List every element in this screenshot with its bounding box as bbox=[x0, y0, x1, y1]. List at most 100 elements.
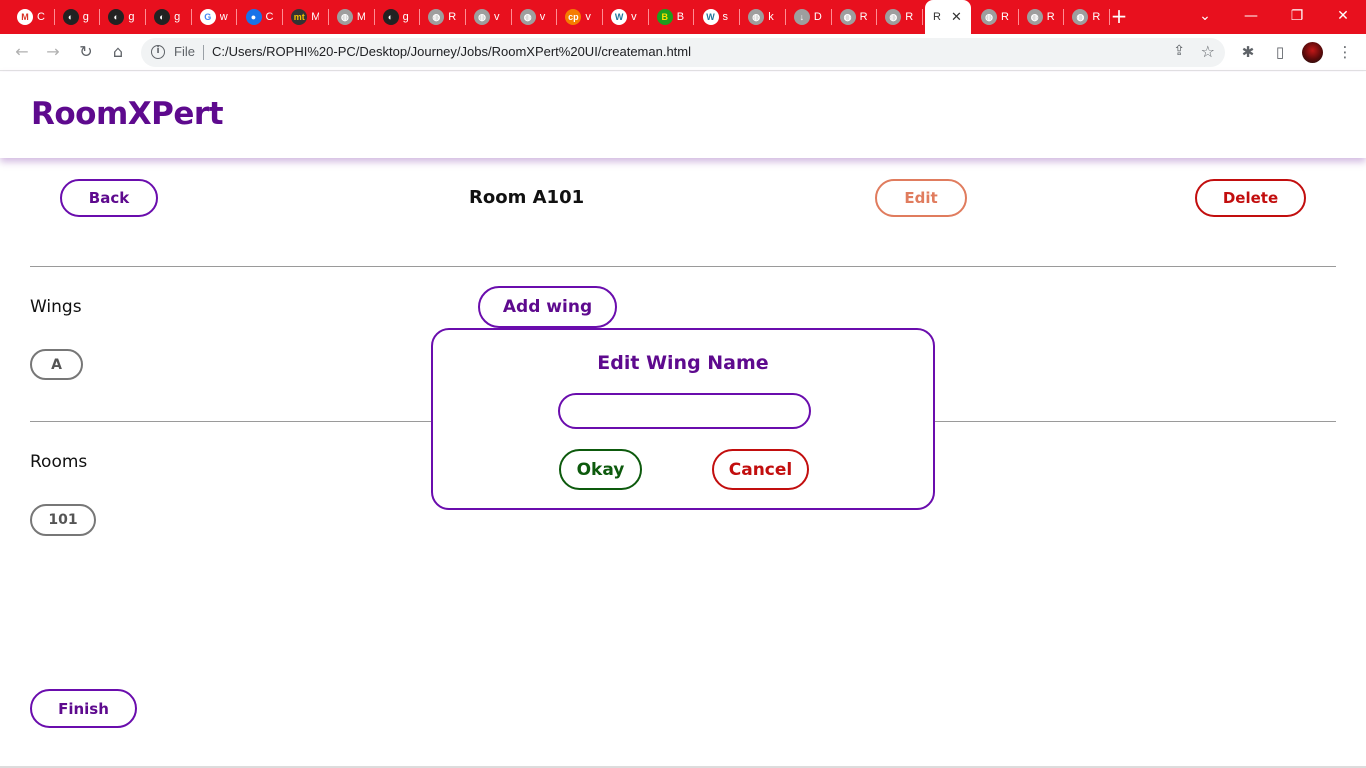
address-bar[interactable]: i File C:/Users/ROPHI%20-PC/Desktop/Jour… bbox=[141, 38, 1225, 67]
tab-title: M bbox=[356, 11, 365, 23]
browser-tab[interactable]: Wv bbox=[603, 5, 649, 29]
tab-title: s bbox=[722, 11, 729, 23]
cancel-button[interactable]: Cancel bbox=[712, 449, 809, 490]
tab-title: B bbox=[676, 11, 685, 23]
cp-icon: cp bbox=[565, 9, 582, 25]
browser-tab[interactable]: BB bbox=[649, 5, 695, 29]
address-divider bbox=[203, 45, 204, 60]
tab-title: R bbox=[1046, 11, 1055, 23]
tab-search-icon[interactable]: ⌄ bbox=[1190, 6, 1220, 26]
globe-icon: ◍ bbox=[748, 9, 765, 25]
tab-title: M bbox=[311, 11, 320, 23]
tab-close-icon[interactable]: ✕ bbox=[951, 10, 962, 25]
browser-tab[interactable]: Ws bbox=[695, 5, 741, 29]
wing-name-input[interactable] bbox=[558, 393, 811, 429]
home-icon[interactable]: ⌂ bbox=[108, 42, 128, 62]
back-button[interactable]: Back bbox=[60, 179, 158, 217]
wordpress-icon: W bbox=[702, 9, 719, 25]
browser-tab[interactable]: ● C bbox=[238, 5, 284, 29]
browser-tab[interactable]: ◍ M bbox=[329, 5, 375, 29]
tab-title: C bbox=[37, 11, 45, 23]
url-text[interactable]: C:/Users/ROPHI%20-PC/Desktop/Journey/Job… bbox=[212, 44, 691, 59]
dialog-title: Edit Wing Name bbox=[597, 352, 769, 374]
site-info-icon[interactable]: i bbox=[151, 45, 165, 59]
tab-title: R bbox=[448, 11, 457, 23]
app-header: RoomXPert bbox=[0, 72, 1366, 158]
share-icon[interactable]: ⇪ bbox=[1173, 43, 1185, 59]
browser-tab[interactable]: ◐ g bbox=[100, 5, 147, 29]
globe-icon: ◍ bbox=[839, 9, 856, 25]
delete-button[interactable]: Delete bbox=[1195, 179, 1306, 217]
side-panel-icon[interactable]: ▯ bbox=[1270, 42, 1290, 62]
reload-icon[interactable]: ↻ bbox=[76, 42, 96, 62]
tab-title: g bbox=[82, 11, 89, 23]
brand-logo[interactable]: RoomXPert bbox=[31, 96, 224, 132]
globe-icon: ◍ bbox=[981, 9, 997, 25]
browser-menu-icon[interactable]: ⋮ bbox=[1335, 42, 1355, 62]
tab-title: g bbox=[128, 11, 135, 23]
back-arrow-icon[interactable]: ← bbox=[12, 42, 32, 62]
browser-tab[interactable]: ◐ g bbox=[375, 5, 421, 29]
wings-heading: Wings bbox=[30, 297, 82, 317]
tab-title: v bbox=[539, 11, 546, 23]
tab-title: R bbox=[1001, 11, 1009, 23]
tab-title: g bbox=[402, 11, 409, 23]
browser-tab[interactable]: ◍ k bbox=[740, 5, 786, 29]
browser-tab[interactable]: cp v bbox=[557, 5, 604, 29]
globe-icon: ◍ bbox=[336, 9, 353, 25]
close-window-icon[interactable]: ✕ bbox=[1328, 6, 1358, 26]
browser-tab[interactable]: ◍ R bbox=[973, 5, 1019, 29]
browser-tab[interactable]: mt M bbox=[283, 5, 329, 29]
restore-icon[interactable]: ❐ bbox=[1282, 6, 1312, 26]
gmail-icon: M bbox=[17, 9, 33, 25]
chrome-web-icon: ● bbox=[245, 9, 262, 25]
browser-tab[interactable]: ◐ g bbox=[55, 5, 101, 29]
tab-title: R bbox=[933, 11, 941, 23]
browser-tab[interactable]: ◍ R bbox=[420, 5, 466, 29]
add-wing-button[interactable]: Add wing bbox=[478, 286, 617, 328]
globe-icon: ◍ bbox=[474, 9, 490, 25]
globe-icon: ◍ bbox=[519, 9, 536, 25]
finish-button[interactable]: Finish bbox=[30, 689, 137, 728]
browser-tab[interactable]: MC bbox=[9, 5, 55, 29]
browser-tab[interactable]: ◍ R bbox=[1064, 5, 1111, 29]
new-tab-button[interactable]: + bbox=[1109, 6, 1129, 26]
github-icon: ◐ bbox=[382, 9, 399, 25]
edit-wing-dialog: Edit Wing Name Okay Cancel bbox=[431, 328, 935, 510]
tab-title: w bbox=[219, 11, 228, 23]
forward-arrow-icon[interactable]: → bbox=[43, 42, 63, 62]
browser-tab[interactable]: ◐ g bbox=[146, 5, 192, 29]
okay-button[interactable]: Okay bbox=[559, 449, 642, 490]
globe-icon: ◍ bbox=[428, 9, 445, 25]
room-chip[interactable]: 101 bbox=[30, 504, 96, 536]
globe-icon: ◍ bbox=[1072, 9, 1089, 25]
browser-tab[interactable]: ◍ R bbox=[1019, 5, 1065, 29]
wing-chip[interactable]: A bbox=[30, 349, 83, 380]
browser-tab[interactable]: ◍ v bbox=[466, 5, 512, 29]
globe-icon: ◍ bbox=[1026, 9, 1043, 25]
b-icon: B bbox=[656, 9, 673, 25]
github-icon: ◐ bbox=[62, 9, 79, 25]
profile-avatar[interactable] bbox=[1302, 42, 1323, 63]
browser-tab-active[interactable]: R ✕ bbox=[925, 0, 971, 34]
mt-icon: mt bbox=[291, 9, 308, 25]
github-icon: ◐ bbox=[154, 9, 171, 25]
edit-button[interactable]: Edit bbox=[875, 179, 967, 217]
browser-tab[interactable]: ◍ R bbox=[832, 5, 878, 29]
google-icon: G bbox=[199, 9, 216, 25]
tab-title: D bbox=[813, 11, 822, 23]
github-icon: ◐ bbox=[108, 9, 125, 25]
minimize-icon[interactable]: — bbox=[1236, 6, 1266, 26]
browser-tab[interactable]: Gw bbox=[192, 5, 238, 29]
browser-toolbar: ← → ↻ ⌂ i File C:/Users/ROPHI%20-PC/Desk… bbox=[0, 34, 1366, 71]
browser-tab[interactable]: ◍ v bbox=[512, 5, 558, 29]
tab-title: C bbox=[265, 11, 274, 23]
tab-separator bbox=[921, 9, 923, 25]
browser-tab[interactable]: ↓ D bbox=[786, 5, 832, 29]
extensions-icon[interactable]: ✱ bbox=[1238, 42, 1258, 62]
tab-title: g bbox=[174, 11, 181, 23]
bookmark-star-icon[interactable]: ☆ bbox=[1201, 42, 1215, 61]
globe-icon: ◍ bbox=[885, 9, 902, 25]
scheme-label: File bbox=[174, 44, 195, 59]
browser-tab[interactable]: ◍ R bbox=[877, 5, 923, 29]
